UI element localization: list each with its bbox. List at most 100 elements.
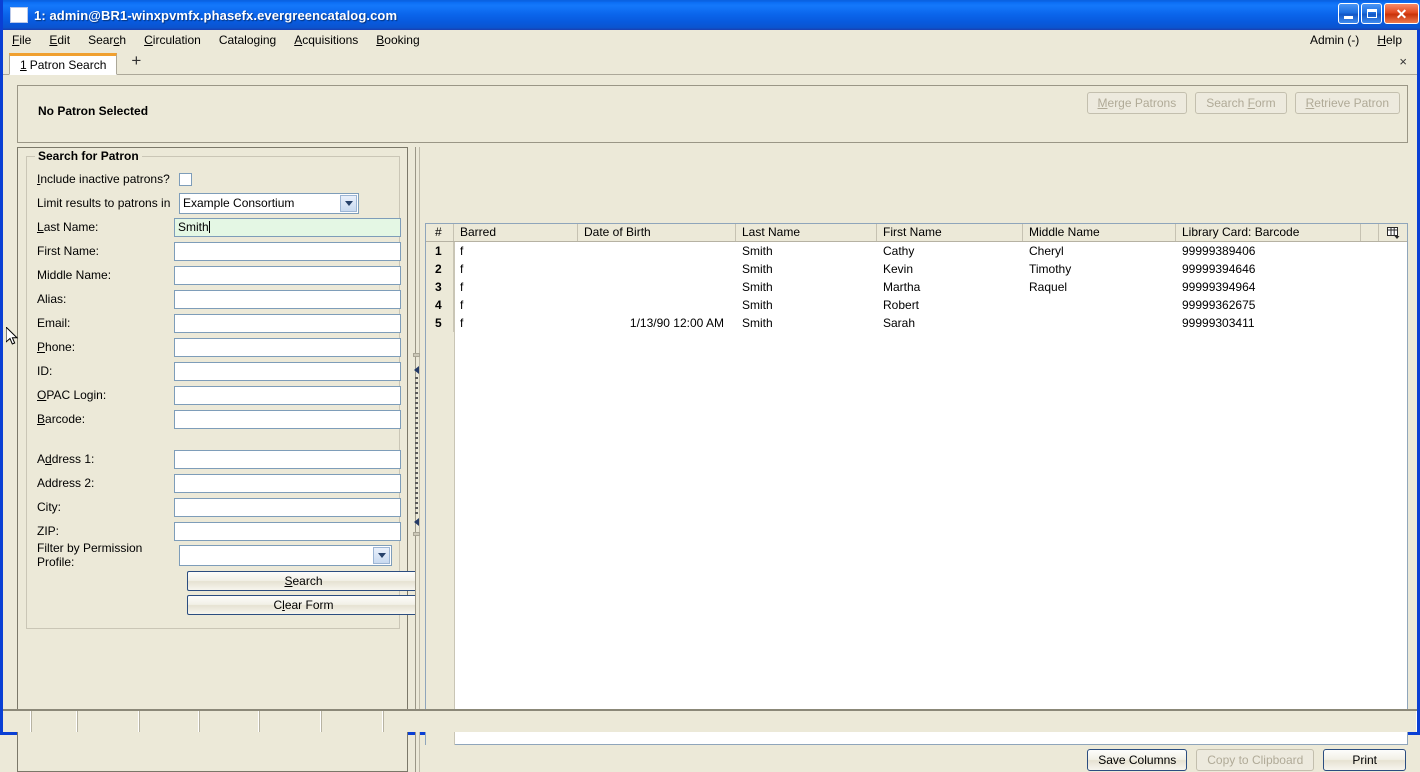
menu-edit[interactable]: Edit <box>40 31 79 49</box>
patron-search-form: Include inactive patrons? Limit results … <box>29 167 420 615</box>
status-segment-7 <box>321 711 383 732</box>
cell-barred: f <box>460 262 464 276</box>
phone-input[interactable] <box>174 337 401 357</box>
zip-input[interactable] <box>174 521 401 541</box>
limit-results-select[interactable]: Example Consortium <box>179 192 359 214</box>
cell-barcode: 99999394646 <box>1182 262 1256 276</box>
table-row[interactable]: 3 f Smith Martha Raquel 99999394964 <box>426 278 1407 296</box>
city-input[interactable] <box>174 497 401 517</box>
column-picker-icon[interactable] <box>1379 224 1407 241</box>
chevron-down-icon[interactable] <box>373 546 390 564</box>
column-header-num[interactable]: # <box>426 224 454 241</box>
chevron-down-icon[interactable] <box>340 194 357 212</box>
table-row[interactable]: 2 f Smith Kevin Timothy 99999394646 <box>426 260 1407 278</box>
clear-form-button[interactable]: Clear Form <box>187 595 420 615</box>
row-last-name: Last Name: Smith <box>29 215 401 239</box>
cell-last-name: Smith <box>742 298 773 312</box>
cell-last-name: Smith <box>742 244 773 258</box>
maximize-icon <box>1366 9 1377 18</box>
cell-middle-name: Cheryl <box>1029 244 1064 258</box>
maximize-button[interactable] <box>1361 3 1382 24</box>
address-2-input[interactable] <box>174 473 401 493</box>
text-caret <box>208 220 210 233</box>
menu-acquisitions[interactable]: Acquisitions <box>285 31 367 49</box>
permission-profile-select[interactable] <box>179 544 392 566</box>
address-1-label: Address 1: <box>37 452 95 466</box>
new-tab-button[interactable]: + <box>125 52 147 71</box>
cell-num: 5 <box>426 314 454 332</box>
save-columns-button[interactable]: Save Columns <box>1087 749 1188 771</box>
menu-bar: File Edit Search Circulation Cataloging … <box>3 30 1417 50</box>
merge-patrons-button[interactable]: Merge Patrons <box>1086 92 1188 114</box>
middle-name-label: Middle Name: <box>37 268 112 282</box>
cell-barred: f <box>460 244 464 258</box>
table-row[interactable]: 5 f 1/13/90 12:00 AM Smith Sarah 9999930… <box>426 314 1407 332</box>
form-spacer <box>29 431 401 447</box>
tab-patron-search[interactable]: 1 Patron Search <box>9 53 118 75</box>
column-header-barred[interactable]: Barred <box>454 224 578 241</box>
table-row[interactable]: 1 f Smith Cathy Cheryl 99999389406 <box>426 242 1407 260</box>
menu-booking[interactable]: Booking <box>367 31 428 49</box>
cell-barcode: 99999389406 <box>1182 244 1256 258</box>
column-header-barcode[interactable]: Library Card: Barcode <box>1176 224 1361 241</box>
cell-last-name: Smith <box>742 316 773 330</box>
row-address-2: Address 2: <box>29 471 401 495</box>
last-name-input[interactable]: Smith <box>174 217 401 237</box>
menu-admin[interactable]: Admin (-) <box>1301 31 1368 49</box>
alias-input[interactable] <box>174 289 401 309</box>
splitter-collapse-left-icon[interactable] <box>412 365 421 374</box>
search-button[interactable]: Search <box>187 571 420 591</box>
retrieve-patron-button[interactable]: Retrieve Patron <box>1294 92 1400 114</box>
close-tab-icon[interactable]: × <box>1399 54 1407 69</box>
column-header-middle-name[interactable]: Middle Name <box>1023 224 1176 241</box>
limit-results-label: Limit results to patrons in <box>37 196 171 210</box>
panel-splitter[interactable] <box>409 147 425 772</box>
patron-results-grid[interactable]: # Barred Date of Birth Last Name First N… <box>425 223 1408 745</box>
menu-bar-right: Admin (-) Help <box>1301 31 1411 49</box>
menu-circulation[interactable]: Circulation <box>135 31 210 49</box>
window-title: 1: admin@BR1-winxpvmfx.phasefx.evergreen… <box>34 7 398 23</box>
status-segment-1 <box>3 711 31 732</box>
address-1-input[interactable] <box>174 449 401 469</box>
column-header-first-name[interactable]: First Name <box>877 224 1023 241</box>
cell-first-name: Sarah <box>883 316 916 330</box>
copy-to-clipboard-button[interactable]: Copy to Clipboard <box>1196 749 1315 771</box>
tab-label: Patron Search <box>29 58 107 72</box>
barcode-label: Barcode: <box>37 412 86 426</box>
cell-barred: f <box>460 316 464 330</box>
splitter-nub-top <box>413 353 420 357</box>
table-row[interactable]: 4 f Smith Robert 99999362675 <box>426 296 1407 314</box>
barcode-input[interactable] <box>174 409 401 429</box>
results-footer: Save Columns Copy to Clipboard Print <box>1087 749 1406 771</box>
cell-middle-name: Raquel <box>1029 280 1068 294</box>
cell-first-name: Martha <box>883 280 921 294</box>
minimize-button[interactable] <box>1338 3 1359 24</box>
print-button[interactable]: Print <box>1323 749 1406 771</box>
email-input[interactable] <box>174 313 401 333</box>
first-name-input[interactable] <box>174 241 401 261</box>
splitter-collapse-left-icon-2[interactable] <box>412 517 421 526</box>
menu-file[interactable]: File <box>3 31 40 49</box>
cell-barred: f <box>460 298 464 312</box>
last-name-value: Smith <box>178 219 209 234</box>
menu-cataloging[interactable]: Cataloging <box>210 31 285 49</box>
row-alias: Alias: <box>29 287 401 311</box>
column-picker-glyph <box>1386 226 1399 239</box>
minimize-icon <box>1344 15 1353 19</box>
city-label: City: <box>37 500 61 514</box>
column-header-last-name[interactable]: Last Name <box>736 224 877 241</box>
opac-login-label: OPAC Login: <box>37 388 107 402</box>
close-button[interactable]: ✕ <box>1384 3 1419 24</box>
row-email: Email: <box>29 311 401 335</box>
zip-label: ZIP: <box>37 524 60 538</box>
middle-name-input[interactable] <box>174 265 401 285</box>
search-form-button[interactable]: Search Form <box>1195 92 1287 114</box>
menu-search[interactable]: Search <box>79 31 135 49</box>
menu-help[interactable]: Help <box>1368 31 1411 49</box>
column-header-dob[interactable]: Date of Birth <box>578 224 736 241</box>
column-header-filler <box>1361 224 1379 241</box>
id-input[interactable] <box>174 361 401 381</box>
opac-login-input[interactable] <box>174 385 401 405</box>
address-2-label: Address 2: <box>37 476 95 490</box>
include-inactive-checkbox[interactable] <box>179 172 192 186</box>
